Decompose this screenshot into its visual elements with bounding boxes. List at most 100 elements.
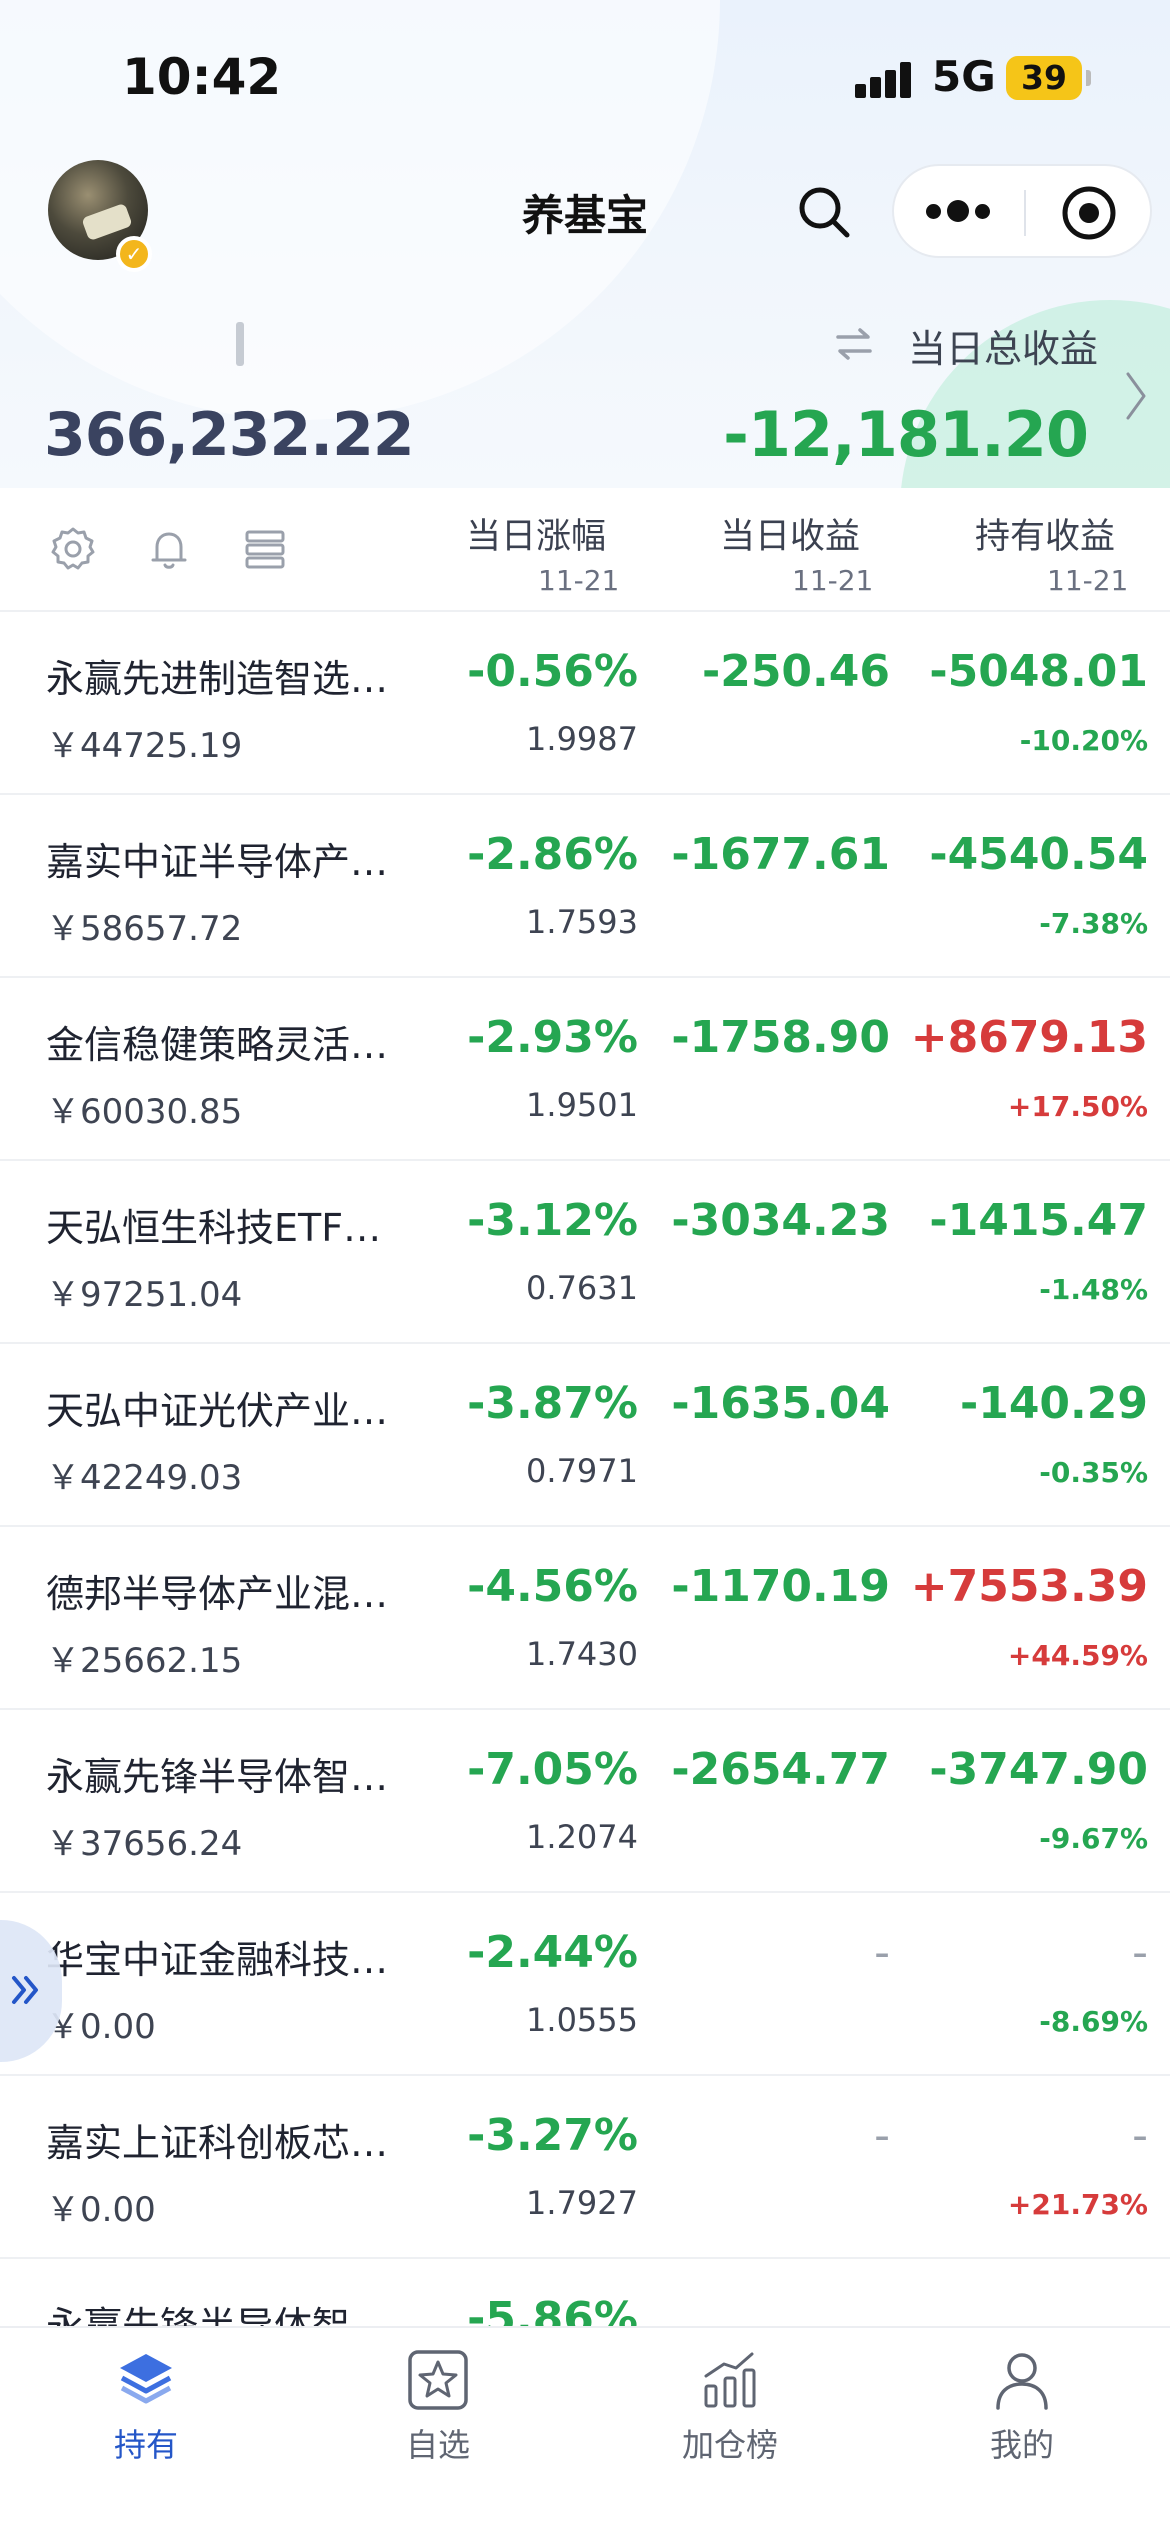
fund-row[interactable]: 永赢先锋半导体智… ￥37656.24 -7.05% 1.2074 -2654.… xyxy=(0,1710,1170,1893)
fund-nav: 1.9501 xyxy=(526,1086,638,1124)
fund-row[interactable]: 天弘中证光伏产业… ￥42249.03 -3.87% 0.7971 -1635.… xyxy=(0,1344,1170,1527)
fund-change: -7.05% xyxy=(467,1744,638,1795)
fund-name: 嘉实上证科创板芯… xyxy=(46,2121,389,2165)
fund-amount: ￥25662.15 xyxy=(46,1641,243,1681)
fund-row[interactable]: 华宝中证金融科技… ￥0.00 -2.44% 1.0555 - - -8.69% xyxy=(0,1893,1170,2076)
tab-ranking[interactable]: 加仓榜 xyxy=(630,2348,830,2478)
header: 10:42 5G 39 ✓ 养基宝 366,232.22 当日总收益 -12,1… xyxy=(0,0,1170,488)
fund-holding-profit: +7553.39 xyxy=(910,1561,1148,1612)
battery-tip xyxy=(1086,70,1091,86)
fund-holding-profit: - xyxy=(1132,1927,1148,1978)
fund-holding-profit: -3747.90 xyxy=(929,1744,1148,1795)
fund-row[interactable]: 天弘恒生科技ETF… ￥97251.04 -3.12% 0.7631 -3034… xyxy=(0,1161,1170,1344)
column-change[interactable]: 当日涨幅 11-21 xyxy=(466,508,619,597)
status-time: 10:42 xyxy=(122,48,282,106)
fund-change: -2.93% xyxy=(467,1012,638,1063)
fund-daily-profit: - xyxy=(874,2110,890,2161)
fund-name: 永赢先锋半导体智… xyxy=(46,1755,389,1799)
fund-holding-pct: -0.35% xyxy=(1039,1456,1148,1489)
fund-amount: ￥0.00 xyxy=(46,2190,156,2230)
column-daily-profit-date: 11-21 xyxy=(792,564,874,597)
fund-row[interactable]: 金信稳健策略灵活… ￥60030.85 -2.93% 1.9501 -1758.… xyxy=(0,978,1170,1161)
signal-icon xyxy=(855,62,913,98)
fund-amount: ￥97251.04 xyxy=(46,1275,243,1315)
fund-holding-profit: +8679.13 xyxy=(910,1012,1148,1063)
chart-icon xyxy=(704,2352,756,2408)
daily-total-value: -12,181.20 xyxy=(723,398,1089,471)
fund-amount: ￥60030.85 xyxy=(46,1092,243,1132)
fund-holding-profit: -4540.54 xyxy=(929,829,1148,880)
fund-row[interactable]: 嘉实上证科创板芯… ￥0.00 -3.27% 1.7927 - - +21.73… xyxy=(0,2076,1170,2259)
fund-amount: ￥44725.19 xyxy=(46,726,243,766)
fund-daily-profit: -3034.23 xyxy=(671,1195,890,1246)
fund-holding-pct: -7.38% xyxy=(1039,907,1148,940)
search-icon[interactable] xyxy=(792,180,856,244)
fund-name: 华宝中证金融科技… xyxy=(46,1938,389,1982)
list-view-icon[interactable] xyxy=(240,524,290,574)
chevron-right-icon[interactable] xyxy=(1122,368,1150,424)
fund-change: -2.86% xyxy=(467,829,638,880)
app-root: 10:42 5G 39 ✓ 养基宝 366,232.22 当日总收益 -12,1… xyxy=(0,0,1170,2532)
fund-holding-pct: -9.67% xyxy=(1039,1822,1148,1855)
fund-row[interactable]: 德邦半导体产业混… ￥25662.15 -4.56% 1.7430 -1170.… xyxy=(0,1527,1170,1710)
total-assets-value: 366,232.22 xyxy=(44,400,415,470)
fund-change: -0.56% xyxy=(467,646,638,697)
layers-icon xyxy=(120,2354,172,2404)
tab-watchlist[interactable]: 自选 xyxy=(338,2348,538,2478)
fund-daily-profit: -1677.61 xyxy=(671,829,890,880)
fund-holding-pct: -10.20% xyxy=(1019,724,1148,757)
fund-change: -3.12% xyxy=(467,1195,638,1246)
bell-icon[interactable] xyxy=(144,524,194,574)
status-bar: 10:42 5G 39 xyxy=(0,0,1170,150)
fund-holding-pct: +21.73% xyxy=(1007,2188,1148,2221)
fund-name: 金信稳健策略灵活… xyxy=(46,1023,389,1067)
close-target-icon[interactable] xyxy=(1060,184,1118,242)
column-holding-profit-label: 持有收益 xyxy=(975,517,1116,557)
fund-holding-pct: -8.69% xyxy=(1039,2005,1148,2038)
settings-icon[interactable] xyxy=(48,524,98,574)
tab-holdings-label: 持有 xyxy=(113,2426,178,2464)
fund-name: 永赢先进制造智选… xyxy=(46,657,389,701)
fund-row[interactable]: 嘉实中证半导体产… ￥58657.72 -2.86% 1.7593 -1677.… xyxy=(0,795,1170,978)
fund-nav: 1.7593 xyxy=(526,903,638,941)
fund-holding-profit: -140.29 xyxy=(959,1378,1148,1429)
fund-name: 德邦半导体产业混… xyxy=(46,1572,389,1616)
battery-icon: 39 xyxy=(1006,56,1082,100)
fund-nav: 1.7927 xyxy=(526,2184,638,2222)
column-change-label: 当日涨幅 xyxy=(466,517,607,557)
column-change-date: 11-21 xyxy=(538,564,620,597)
fund-change: -3.27% xyxy=(467,2110,638,2161)
fund-holding-pct: +44.59% xyxy=(1007,1639,1148,1672)
column-holding-profit[interactable]: 持有收益 11-21 xyxy=(975,508,1128,597)
fund-daily-profit: -250.46 xyxy=(701,646,890,697)
fund-row[interactable]: 永赢先进制造智选… ￥44725.19 -0.56% 1.9987 -250.4… xyxy=(0,612,1170,795)
swap-icon[interactable] xyxy=(832,322,876,366)
double-chevron-right-icon xyxy=(12,1976,38,2004)
fund-nav: 1.0555 xyxy=(526,2001,638,2039)
fund-amount: ￥58657.72 xyxy=(46,909,243,949)
more-icon[interactable] xyxy=(926,198,990,226)
fund-name: 嘉实中证半导体产… xyxy=(46,840,389,884)
fund-daily-profit: -2654.77 xyxy=(671,1744,890,1795)
daily-total-label[interactable]: 当日总收益 xyxy=(908,318,1098,373)
tab-profile[interactable]: 我的 xyxy=(922,2348,1122,2478)
fund-name: 天弘中证光伏产业… xyxy=(46,1389,389,1433)
fund-nav: 0.7971 xyxy=(526,1452,638,1490)
fund-amount: ￥0.00 xyxy=(46,2007,156,2047)
fund-name: 天弘恒生科技ETF… xyxy=(46,1206,382,1250)
battery-level: 39 xyxy=(1021,58,1067,97)
fund-daily-profit: -1170.19 xyxy=(671,1561,890,1612)
column-daily-profit[interactable]: 当日收益 11-21 xyxy=(720,508,873,597)
column-daily-profit-label: 当日收益 xyxy=(720,517,861,557)
fund-nav: 1.7430 xyxy=(526,1635,638,1673)
fund-daily-profit: - xyxy=(874,1927,890,1978)
fund-holding-pct: -1.48% xyxy=(1039,1273,1148,1306)
fund-holding-pct: +17.50% xyxy=(1007,1090,1148,1123)
fund-daily-profit: -1758.90 xyxy=(671,1012,890,1063)
fund-daily-profit: -1635.04 xyxy=(671,1378,890,1429)
tab-holdings[interactable]: 持有 xyxy=(46,2348,246,2478)
mini-program-capsule xyxy=(892,164,1152,258)
fund-holding-profit: -5048.01 xyxy=(929,646,1148,697)
fund-holding-profit: -1415.47 xyxy=(929,1195,1148,1246)
fund-change: -2.44% xyxy=(467,1927,638,1978)
